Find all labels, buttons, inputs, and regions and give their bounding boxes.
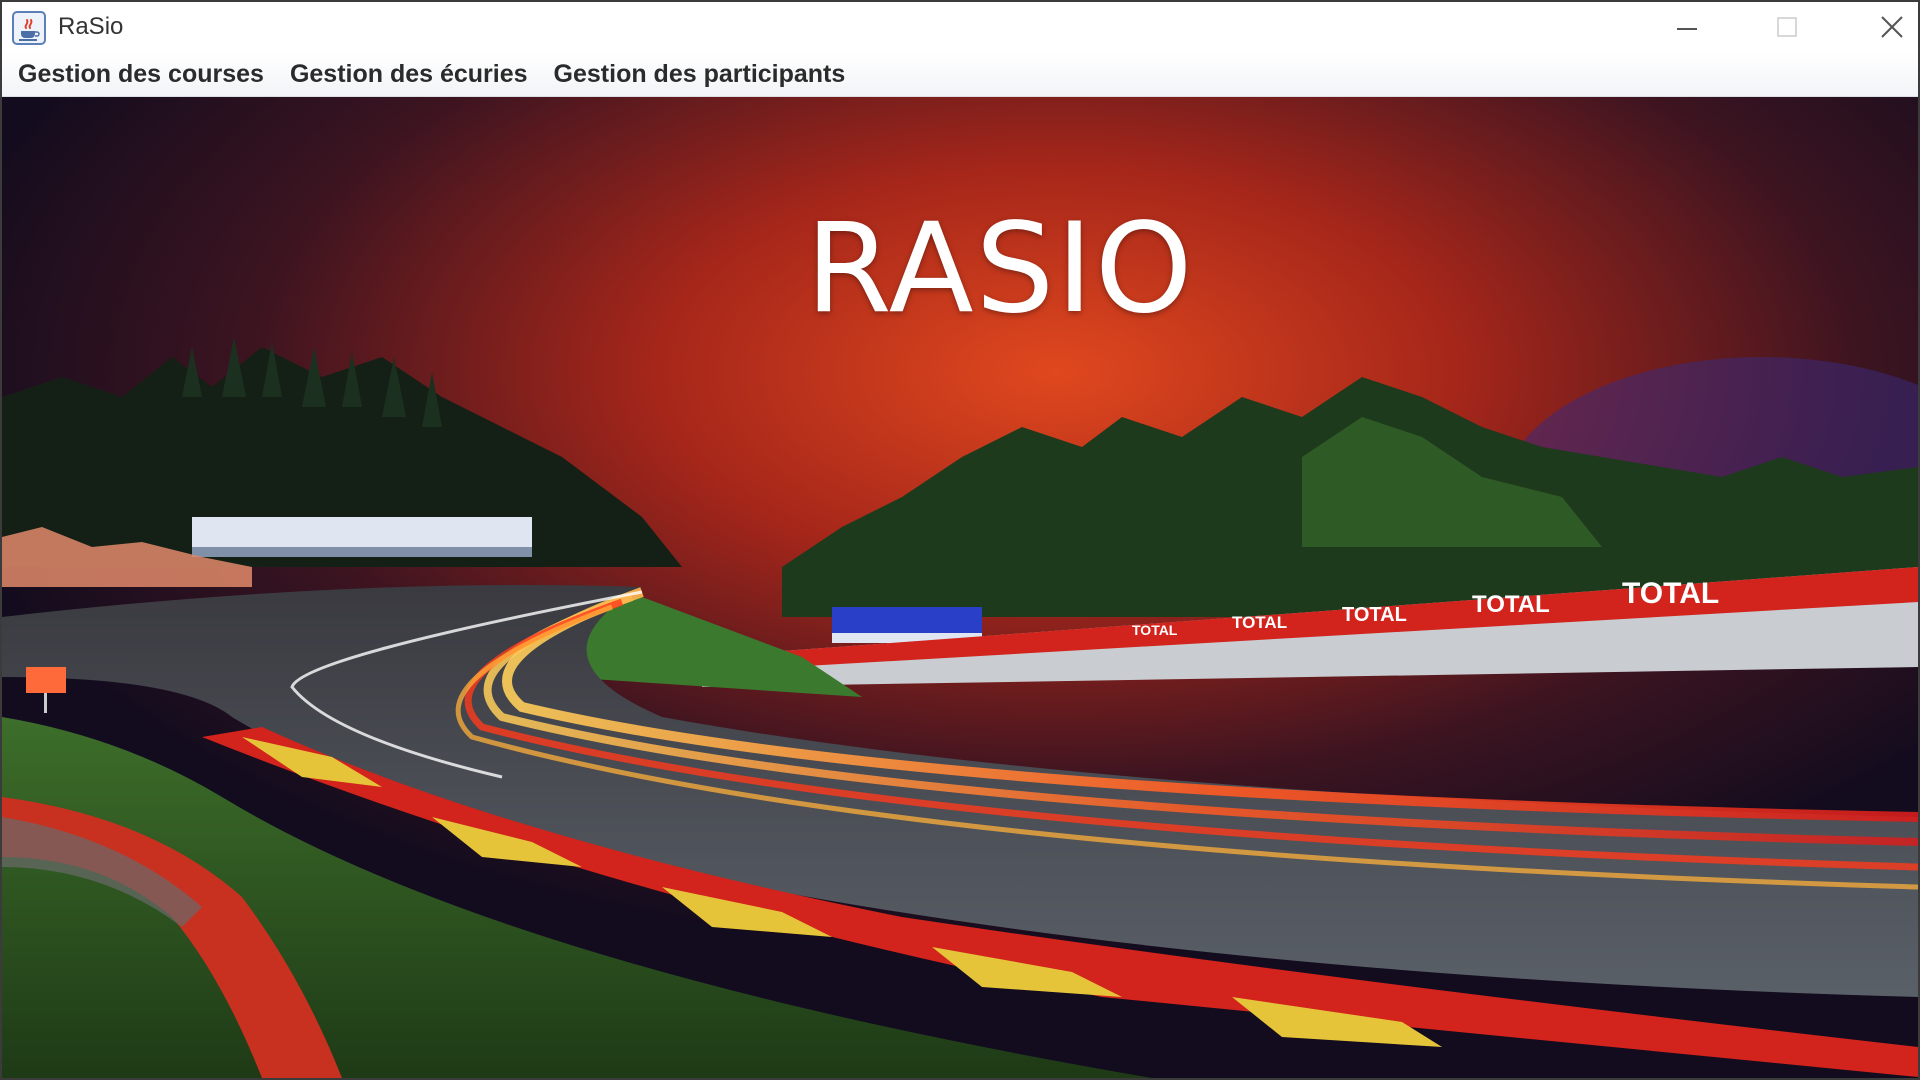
menu-gestion-courses[interactable]: Gestion des courses <box>5 54 277 94</box>
close-button[interactable] <box>1847 2 1918 52</box>
window-title: RaSio <box>58 13 124 40</box>
sponsor-banner-text: TOTAL <box>1622 577 1719 610</box>
java-cup-icon <box>12 11 46 45</box>
maximize-icon <box>1777 17 1797 37</box>
minimize-button[interactable] <box>1642 2 1732 52</box>
hero-title: RASIO <box>805 197 1195 341</box>
close-icon <box>1881 16 1903 38</box>
svg-text:TOTAL: TOTAL <box>1472 591 1550 618</box>
menu-gestion-participants[interactable]: Gestion des participants <box>541 54 859 94</box>
svg-text:TOTAL: TOTAL <box>1132 622 1178 638</box>
minimize-icon <box>1677 28 1697 30</box>
main-content: TOTAL TOTAL TOTAL TOTAL TOTAL RASIO <box>2 97 1918 1078</box>
app-window: RaSio Gestion des courses Gestion des éc… <box>0 0 1920 1080</box>
maximize-button[interactable] <box>1742 2 1832 52</box>
menu-gestion-ecuries[interactable]: Gestion des écuries <box>277 54 541 94</box>
svg-text:TOTAL: TOTAL <box>1342 604 1407 626</box>
title-bar[interactable]: RaSio <box>2 2 1918 52</box>
menu-bar: Gestion des courses Gestion des écuries … <box>2 52 1918 97</box>
svg-text:TOTAL: TOTAL <box>1232 613 1287 632</box>
